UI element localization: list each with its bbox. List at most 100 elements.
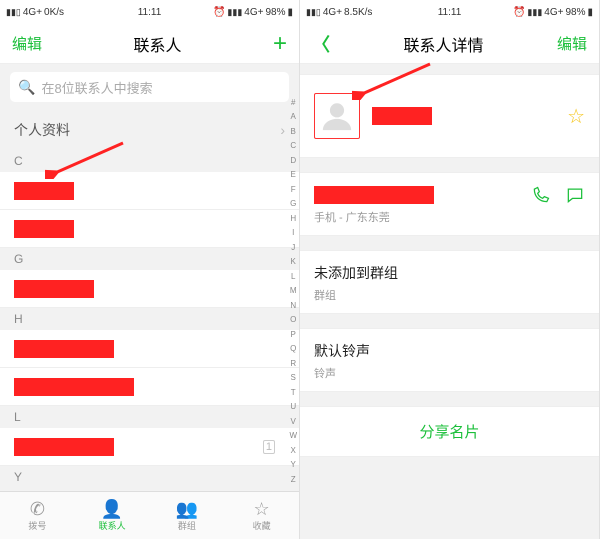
index-letter[interactable]: K — [289, 257, 297, 267]
favorite-star-button[interactable]: ☆ — [567, 104, 585, 129]
tab-bar: ✆ 拨号 👤 联系人 👥 群组 ☆ 收藏 — [0, 491, 299, 539]
index-letter[interactable]: I — [289, 228, 297, 238]
edit-button[interactable]: 编辑 — [12, 33, 42, 54]
contact-row[interactable] — [0, 210, 299, 248]
people-icon: 👥 — [176, 500, 198, 518]
index-letter[interactable]: V — [289, 417, 297, 427]
tab-label: 收藏 — [253, 519, 271, 532]
contacts-header: 编辑 联系人 + — [0, 24, 299, 64]
signal-icon-2: ▮▮▮ — [227, 7, 242, 18]
index-letter[interactable]: M — [289, 286, 297, 296]
tab-label: 拨号 — [28, 519, 46, 532]
net-speed: 8.5K/s — [344, 7, 372, 18]
tab-contacts[interactable]: 👤 联系人 — [75, 492, 150, 539]
section-header: G — [0, 248, 299, 270]
person-icon — [320, 99, 354, 133]
share-card-button[interactable]: 分享名片 — [300, 406, 599, 457]
search-icon: 🔍 — [18, 79, 35, 96]
battery-icon: ▮ — [287, 7, 293, 18]
contact-name-redacted — [14, 280, 94, 298]
index-letter[interactable]: G — [289, 199, 297, 209]
index-letter[interactable]: D — [289, 156, 297, 166]
contact-row[interactable] — [0, 368, 299, 406]
section-header: L — [0, 406, 299, 428]
status-bar: ▮▮▯ 4G+ 8.5K/s 11:11 ⏰ ▮▮▮ 4G+ 98% ▮ — [300, 0, 599, 24]
index-letter[interactable]: Y — [289, 460, 297, 470]
status-bar: ▮▮▯ 4G+ 0K/s 11:11 ⏰ ▮▮▮ 4G+ 98% ▮ — [0, 0, 299, 24]
group-sublabel: 群组 — [314, 287, 585, 303]
section-header: C — [0, 150, 299, 172]
index-letter[interactable]: Z — [289, 475, 297, 485]
star-icon: ☆ — [254, 500, 270, 518]
net-label-2: 4G+ — [244, 7, 263, 18]
page-title: 联系人 — [133, 32, 181, 56]
index-letter[interactable]: S — [289, 373, 297, 383]
index-letter[interactable]: E — [289, 170, 297, 180]
net-label-2: 4G+ — [544, 7, 563, 18]
index-letter[interactable]: W — [289, 431, 297, 441]
index-letter[interactable]: Q — [289, 344, 297, 354]
index-letter[interactable]: T — [289, 388, 297, 398]
add-contact-button[interactable]: + — [273, 32, 287, 56]
signal-icon: ▮▮▯ — [306, 7, 321, 18]
ringtone-sublabel: 铃声 — [314, 365, 585, 381]
status-time: 11:11 — [138, 7, 162, 18]
contact-row[interactable] — [0, 270, 299, 308]
contact-name-redacted — [14, 340, 114, 358]
index-letter[interactable]: B — [289, 127, 297, 137]
search-placeholder: 在8位联系人中搜索 — [41, 78, 152, 97]
edit-button[interactable]: 编辑 — [557, 33, 587, 54]
contact-name-redacted — [372, 107, 432, 125]
battery-label: 98% — [565, 7, 585, 18]
index-letter[interactable]: A — [289, 112, 297, 122]
signal-icon: ▮▮▯ — [6, 7, 21, 18]
group-block[interactable]: 未添加到群组 群组 — [300, 250, 599, 314]
phone-number-redacted — [314, 186, 434, 204]
detail-header: 〈 联系人详情 编辑 — [300, 24, 599, 64]
profile-label: 个人资料 — [14, 120, 70, 140]
contact-row[interactable] — [0, 330, 299, 368]
index-letter[interactable]: # — [289, 98, 297, 108]
contacts-list-screen: ▮▮▯ 4G+ 0K/s 11:11 ⏰ ▮▮▮ 4G+ 98% ▮ 编辑 联系… — [0, 0, 300, 539]
sim-badge: 1 — [263, 440, 275, 454]
index-letter[interactable]: L — [289, 272, 297, 282]
message-icon[interactable] — [565, 185, 585, 205]
tab-label: 联系人 — [99, 519, 126, 532]
index-letter[interactable]: U — [289, 402, 297, 412]
index-letter[interactable]: H — [289, 214, 297, 224]
net-label: 4G+ — [323, 7, 342, 18]
net-label: 4G+ — [23, 7, 42, 18]
contact-row[interactable]: 1 — [0, 428, 299, 466]
net-speed: 0K/s — [44, 7, 64, 18]
search-input[interactable]: 🔍 在8位联系人中搜索 — [10, 72, 289, 102]
status-time: 11:11 — [438, 7, 462, 18]
tab-groups[interactable]: 👥 群组 — [150, 492, 225, 539]
phone-block[interactable]: 手机 - 广东东莞 — [300, 172, 599, 236]
index-letter[interactable]: X — [289, 446, 297, 456]
index-letter[interactable]: R — [289, 359, 297, 369]
ringtone-title: 默认铃声 — [314, 341, 585, 361]
contact-row[interactable] — [0, 172, 299, 210]
back-button[interactable]: 〈 — [312, 31, 330, 57]
contact-detail-screen: ▮▮▯ 4G+ 8.5K/s 11:11 ⏰ ▮▮▮ 4G+ 98% ▮ 〈 联… — [300, 0, 600, 539]
alarm-icon: ⏰ — [213, 7, 225, 18]
call-icon[interactable] — [531, 185, 551, 205]
my-profile-row[interactable]: 个人资料 › — [0, 110, 299, 150]
index-letter[interactable]: N — [289, 301, 297, 311]
index-letter[interactable]: C — [289, 141, 297, 151]
ringtone-block[interactable]: 默认铃声 铃声 — [300, 328, 599, 392]
alpha-index[interactable]: # ABCDEFGHIJKLMNOPQRSTUVWXYZ — [289, 94, 297, 489]
index-letter[interactable]: J — [289, 243, 297, 253]
contacts-list: 个人资料 › C G H L 1 Y — [0, 110, 299, 488]
index-letter[interactable]: P — [289, 330, 297, 340]
alarm-icon: ⏰ — [513, 7, 525, 18]
tab-dial[interactable]: ✆ 拨号 — [0, 492, 75, 539]
contact-name-redacted — [14, 378, 134, 396]
tab-favorites[interactable]: ☆ 收藏 — [224, 492, 299, 539]
index-letter[interactable]: O — [289, 315, 297, 325]
phone-icon: ✆ — [30, 500, 45, 518]
index-letter[interactable]: F — [289, 185, 297, 195]
contact-header-card[interactable]: ☆ — [300, 74, 599, 158]
contact-name-redacted — [14, 182, 74, 200]
avatar[interactable] — [314, 93, 360, 139]
